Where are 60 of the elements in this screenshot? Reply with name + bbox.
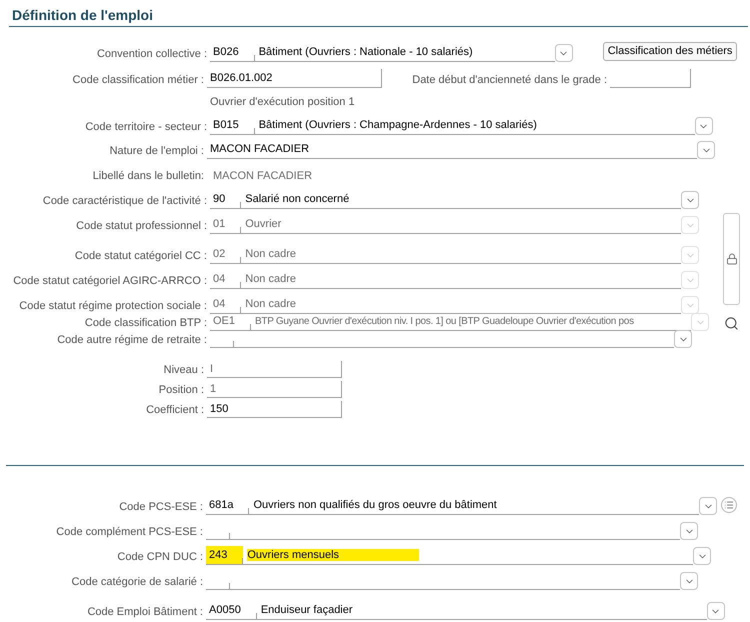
code-field[interactable]: 681a bbox=[206, 496, 250, 515]
classification-note: Ouvrier d'exécution position 1 bbox=[210, 94, 355, 110]
field-label: Code statut professionnel : bbox=[75, 218, 208, 234]
dropdown-button[interactable] bbox=[680, 572, 698, 590]
description-field: Non cadre bbox=[241, 295, 682, 314]
field-label: Code Emploi Bâtiment : bbox=[86, 604, 204, 620]
code-field[interactable]: 243 bbox=[206, 546, 244, 565]
list-icon bbox=[724, 500, 734, 510]
field-label: Code classification BTP : bbox=[84, 316, 208, 330]
dropdown-button[interactable] bbox=[674, 330, 692, 348]
field-label: Code caractéristique de l'activité : bbox=[42, 194, 208, 208]
lock-icon bbox=[726, 253, 738, 265]
payslip-label: MACON FACADIER bbox=[212, 168, 312, 184]
field-label: Code catégorie de salarié : bbox=[70, 574, 204, 590]
field-label: Niveau : bbox=[162, 362, 205, 378]
text-field[interactable]: 150 bbox=[207, 401, 342, 418]
description-field: Ouvriers non qualifiés du gros oeuvre du bâtiment bbox=[249, 496, 700, 515]
lock-button[interactable] bbox=[723, 213, 740, 305]
section-title: Définition de l'emploi bbox=[11, 6, 154, 24]
text-field[interactable]: B026.01.002 bbox=[207, 69, 382, 88]
date-field[interactable] bbox=[610, 69, 691, 88]
description-field: Salarié non concerné bbox=[241, 190, 682, 209]
search-icon bbox=[724, 316, 738, 330]
field-label: Nature de l'emploi : bbox=[108, 144, 205, 158]
dropdown-button[interactable] bbox=[680, 522, 698, 540]
code-field[interactable]: B026 bbox=[210, 43, 255, 62]
dropdown-button[interactable] bbox=[681, 191, 700, 209]
description-field: BTP Guyane Ouvrier d'exécution niv. I pos. 1] ou [BTP Guadeloupe Ouvrier d'exécution pos bbox=[251, 312, 692, 331]
code-field[interactable]: B015 bbox=[210, 116, 255, 135]
field-label: Convention collective : bbox=[96, 46, 208, 62]
dropdown-button[interactable] bbox=[706, 602, 725, 620]
description-field: Enduiseur façadier bbox=[256, 601, 707, 620]
field-label: Date début d'ancienneté dans le grade : bbox=[411, 72, 608, 88]
dropdown-button[interactable] bbox=[693, 547, 712, 565]
dropdown-button[interactable] bbox=[697, 141, 715, 159]
field-label: Code territoire - secteur : bbox=[84, 120, 208, 134]
field-label: Code statut catégoriel CC : bbox=[74, 248, 208, 264]
field-label: Code autre régime de retraite : bbox=[56, 332, 208, 348]
list-button[interactable] bbox=[721, 497, 737, 513]
field-label: Code classification métier : bbox=[72, 72, 205, 88]
field-label: Code statut catégoriel AGIRC-ARRCO : bbox=[12, 274, 208, 288]
job-field[interactable]: MACON FACADIER bbox=[207, 140, 697, 159]
description-field: Bâtiment (Ouvriers : Nationale - 10 salariés) bbox=[254, 43, 555, 62]
field-label: Code complément PCS-ESE : bbox=[55, 524, 204, 540]
description-field: Non cadre bbox=[241, 245, 682, 264]
classification-button[interactable]: Classification des métiers bbox=[602, 42, 738, 61]
description-field: Ouvrier bbox=[241, 215, 682, 234]
field-label: Code PCS-ESE : bbox=[118, 500, 204, 514]
field-label: Coefficient : bbox=[145, 402, 205, 418]
code-field[interactable]: 90 bbox=[210, 190, 242, 209]
description-field: Ouvriers mensuels bbox=[243, 546, 694, 565]
code-field[interactable]: A0050 bbox=[206, 601, 257, 620]
field-label: Position : bbox=[158, 382, 205, 398]
field-label: Code CPN DUC : bbox=[116, 550, 204, 564]
description-field: Bâtiment (Ouvriers : Champagne-Ardennes - 10 salariés) bbox=[254, 116, 695, 135]
description-field: Non cadre bbox=[241, 270, 682, 289]
dropdown-button[interactable] bbox=[694, 117, 713, 135]
field-label: Libellé dans le bulletin: bbox=[92, 168, 205, 184]
field-label: Code statut régime protection sociale : bbox=[18, 298, 208, 314]
dropdown-button[interactable] bbox=[554, 44, 573, 62]
